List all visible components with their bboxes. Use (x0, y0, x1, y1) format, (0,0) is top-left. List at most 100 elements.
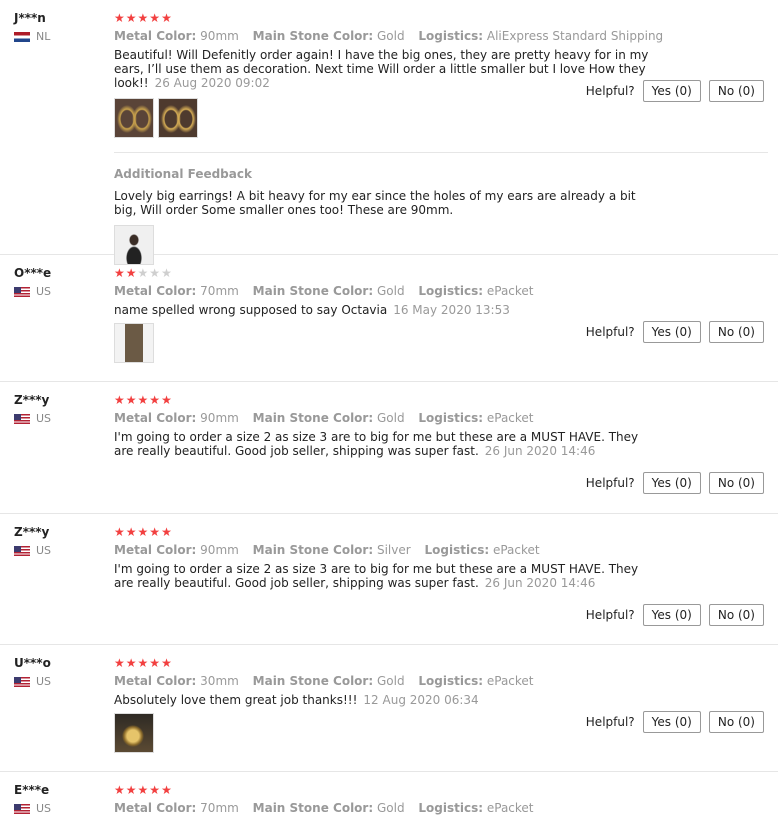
metal-color-value: 90mm (200, 29, 239, 43)
star-rating: ★★★★★ (114, 783, 778, 797)
country-code: US (36, 544, 52, 557)
divider (114, 152, 768, 153)
reviewer-country: US (14, 412, 104, 426)
reviewer-name: Z***y (14, 525, 50, 539)
no-vote-button[interactable]: No (0) (708, 604, 764, 626)
review-item: E***e US ★★★★★ Metal Color: 70mm Main St… (0, 772, 778, 832)
yes-vote-button[interactable]: Yes (0) (642, 80, 701, 102)
reviewer-name: Z***y (14, 393, 50, 407)
us-flag-icon (14, 414, 30, 424)
no-vote-button[interactable]: No (0) (708, 711, 764, 733)
star-icon: ★ (149, 11, 162, 25)
country-code: US (36, 675, 52, 688)
star-icon: ★ (114, 783, 126, 797)
review-date: 26 Aug 2020 09:02 (154, 76, 270, 90)
review-item: Z***y US ★★★★★ Metal Color: 90mm Main St… (0, 382, 778, 514)
review-text: Beautiful! Will Defenitly order again! I… (114, 48, 654, 90)
yes-vote-button[interactable]: Yes (0) (642, 604, 701, 626)
additional-feedback-label: Additional Feedback (114, 167, 252, 181)
star-rating: ★★★★★ (114, 656, 778, 670)
reviewer-name: O***e (14, 266, 52, 280)
review-date: 26 Jun 2020 14:46 (484, 444, 596, 458)
reviewer-info: J***n NL (14, 10, 104, 44)
reviewer-info: O***e US (14, 265, 104, 299)
stone-color-value: Gold (376, 284, 405, 298)
review-attributes: Metal Color: 70mm Main Stone Color: Gold… (114, 800, 778, 816)
star-icon: ★ (137, 525, 150, 539)
metal-color-value: 30mm (200, 674, 239, 688)
metal-color-value: 70mm (200, 284, 239, 298)
reviewer-country: US (14, 802, 104, 816)
star-icon: ★ (137, 266, 150, 280)
yes-vote-button[interactable]: Yes (0) (642, 321, 701, 343)
star-icon: ★ (161, 656, 173, 670)
stone-color-label: Main Stone Color: (252, 29, 374, 43)
review-date: 16 May 2020 13:53 (393, 303, 510, 317)
reviewer-name: E***e (14, 783, 50, 797)
logistics-value: ePacket (486, 674, 534, 688)
reviewer-info: Z***y US (14, 392, 104, 426)
review-photo[interactable] (114, 713, 154, 753)
logistics-label: Logistics: (418, 29, 484, 43)
country-code: US (36, 412, 52, 425)
star-icon: ★ (125, 11, 138, 25)
star-icon: ★ (125, 266, 138, 280)
review-item: O***e US ★★★★★ Metal Color: 70mm Main St… (0, 255, 778, 382)
review-photo[interactable] (114, 323, 154, 363)
no-vote-button[interactable]: No (0) (708, 321, 764, 343)
stone-color-value: Gold (376, 29, 405, 43)
additional-feedback-text: Lovely big earrings! A bit heavy for my … (114, 189, 636, 217)
star-icon: ★ (161, 11, 173, 25)
reviewer-country: US (14, 675, 104, 689)
review-body: name spelled wrong supposed to say Octav… (114, 303, 388, 317)
review-date: 12 Aug 2020 06:34 (363, 693, 479, 707)
star-icon: ★ (114, 11, 126, 25)
helpful-label: Helpful? (585, 608, 635, 622)
review-photo[interactable] (158, 98, 198, 138)
star-icon: ★ (125, 525, 138, 539)
country-code: NL (36, 30, 51, 43)
yes-vote-button[interactable]: Yes (0) (642, 472, 701, 494)
helpful-vote: Helpful? Yes (0) No (0) (586, 321, 764, 343)
logistics-label: Logistics: (424, 543, 490, 557)
review-photo[interactable] (114, 98, 154, 138)
review-item: Z***y US ★★★★★ Metal Color: 90mm Main St… (0, 514, 778, 645)
reviewer-name: J***n (14, 11, 46, 25)
helpful-vote: Helpful? Yes (0) No (0) (586, 711, 764, 733)
reviewer-info: Z***y US (14, 524, 104, 558)
star-icon: ★ (114, 525, 126, 539)
star-icon: ★ (149, 266, 162, 280)
star-rating: ★★★★★ (114, 11, 778, 25)
us-flag-icon (14, 287, 30, 297)
metal-color-label: Metal Color: (114, 543, 197, 557)
star-icon: ★ (137, 393, 150, 407)
no-vote-button[interactable]: No (0) (708, 80, 764, 102)
review-attributes: Metal Color: 30mm Main Stone Color: Gold… (114, 673, 778, 689)
star-rating: ★★★★★ (114, 266, 778, 280)
stone-color-value: Silver (376, 543, 411, 557)
no-vote-button[interactable]: No (0) (708, 472, 764, 494)
helpful-vote: Helpful? Yes (0) No (0) (586, 80, 764, 102)
country-code: US (36, 802, 52, 815)
helpful-label: Helpful? (585, 84, 635, 98)
star-icon: ★ (114, 393, 126, 407)
metal-color-value: 70mm (200, 801, 239, 815)
star-icon: ★ (149, 393, 162, 407)
stone-color-value: Gold (376, 674, 405, 688)
metal-color-label: Metal Color: (114, 801, 197, 815)
helpful-label: Helpful? (585, 476, 635, 490)
review-attributes: Metal Color: 70mm Main Stone Color: Gold… (114, 283, 778, 299)
us-flag-icon (14, 804, 30, 814)
reviewer-country: US (14, 285, 104, 299)
reviewer-country: US (14, 544, 104, 558)
stone-color-value: Gold (376, 801, 405, 815)
metal-color-label: Metal Color: (114, 29, 197, 43)
logistics-value: ePacket (486, 801, 534, 815)
reviewer-country: NL (14, 30, 104, 44)
star-icon: ★ (149, 783, 162, 797)
yes-vote-button[interactable]: Yes (0) (642, 711, 701, 733)
review-attributes: Metal Color: 90mm Main Stone Color: Gold… (114, 410, 778, 426)
metal-color-label: Metal Color: (114, 411, 197, 425)
star-icon: ★ (161, 525, 173, 539)
review-text: I'm going to order a size 2 as size 3 ar… (114, 562, 654, 590)
